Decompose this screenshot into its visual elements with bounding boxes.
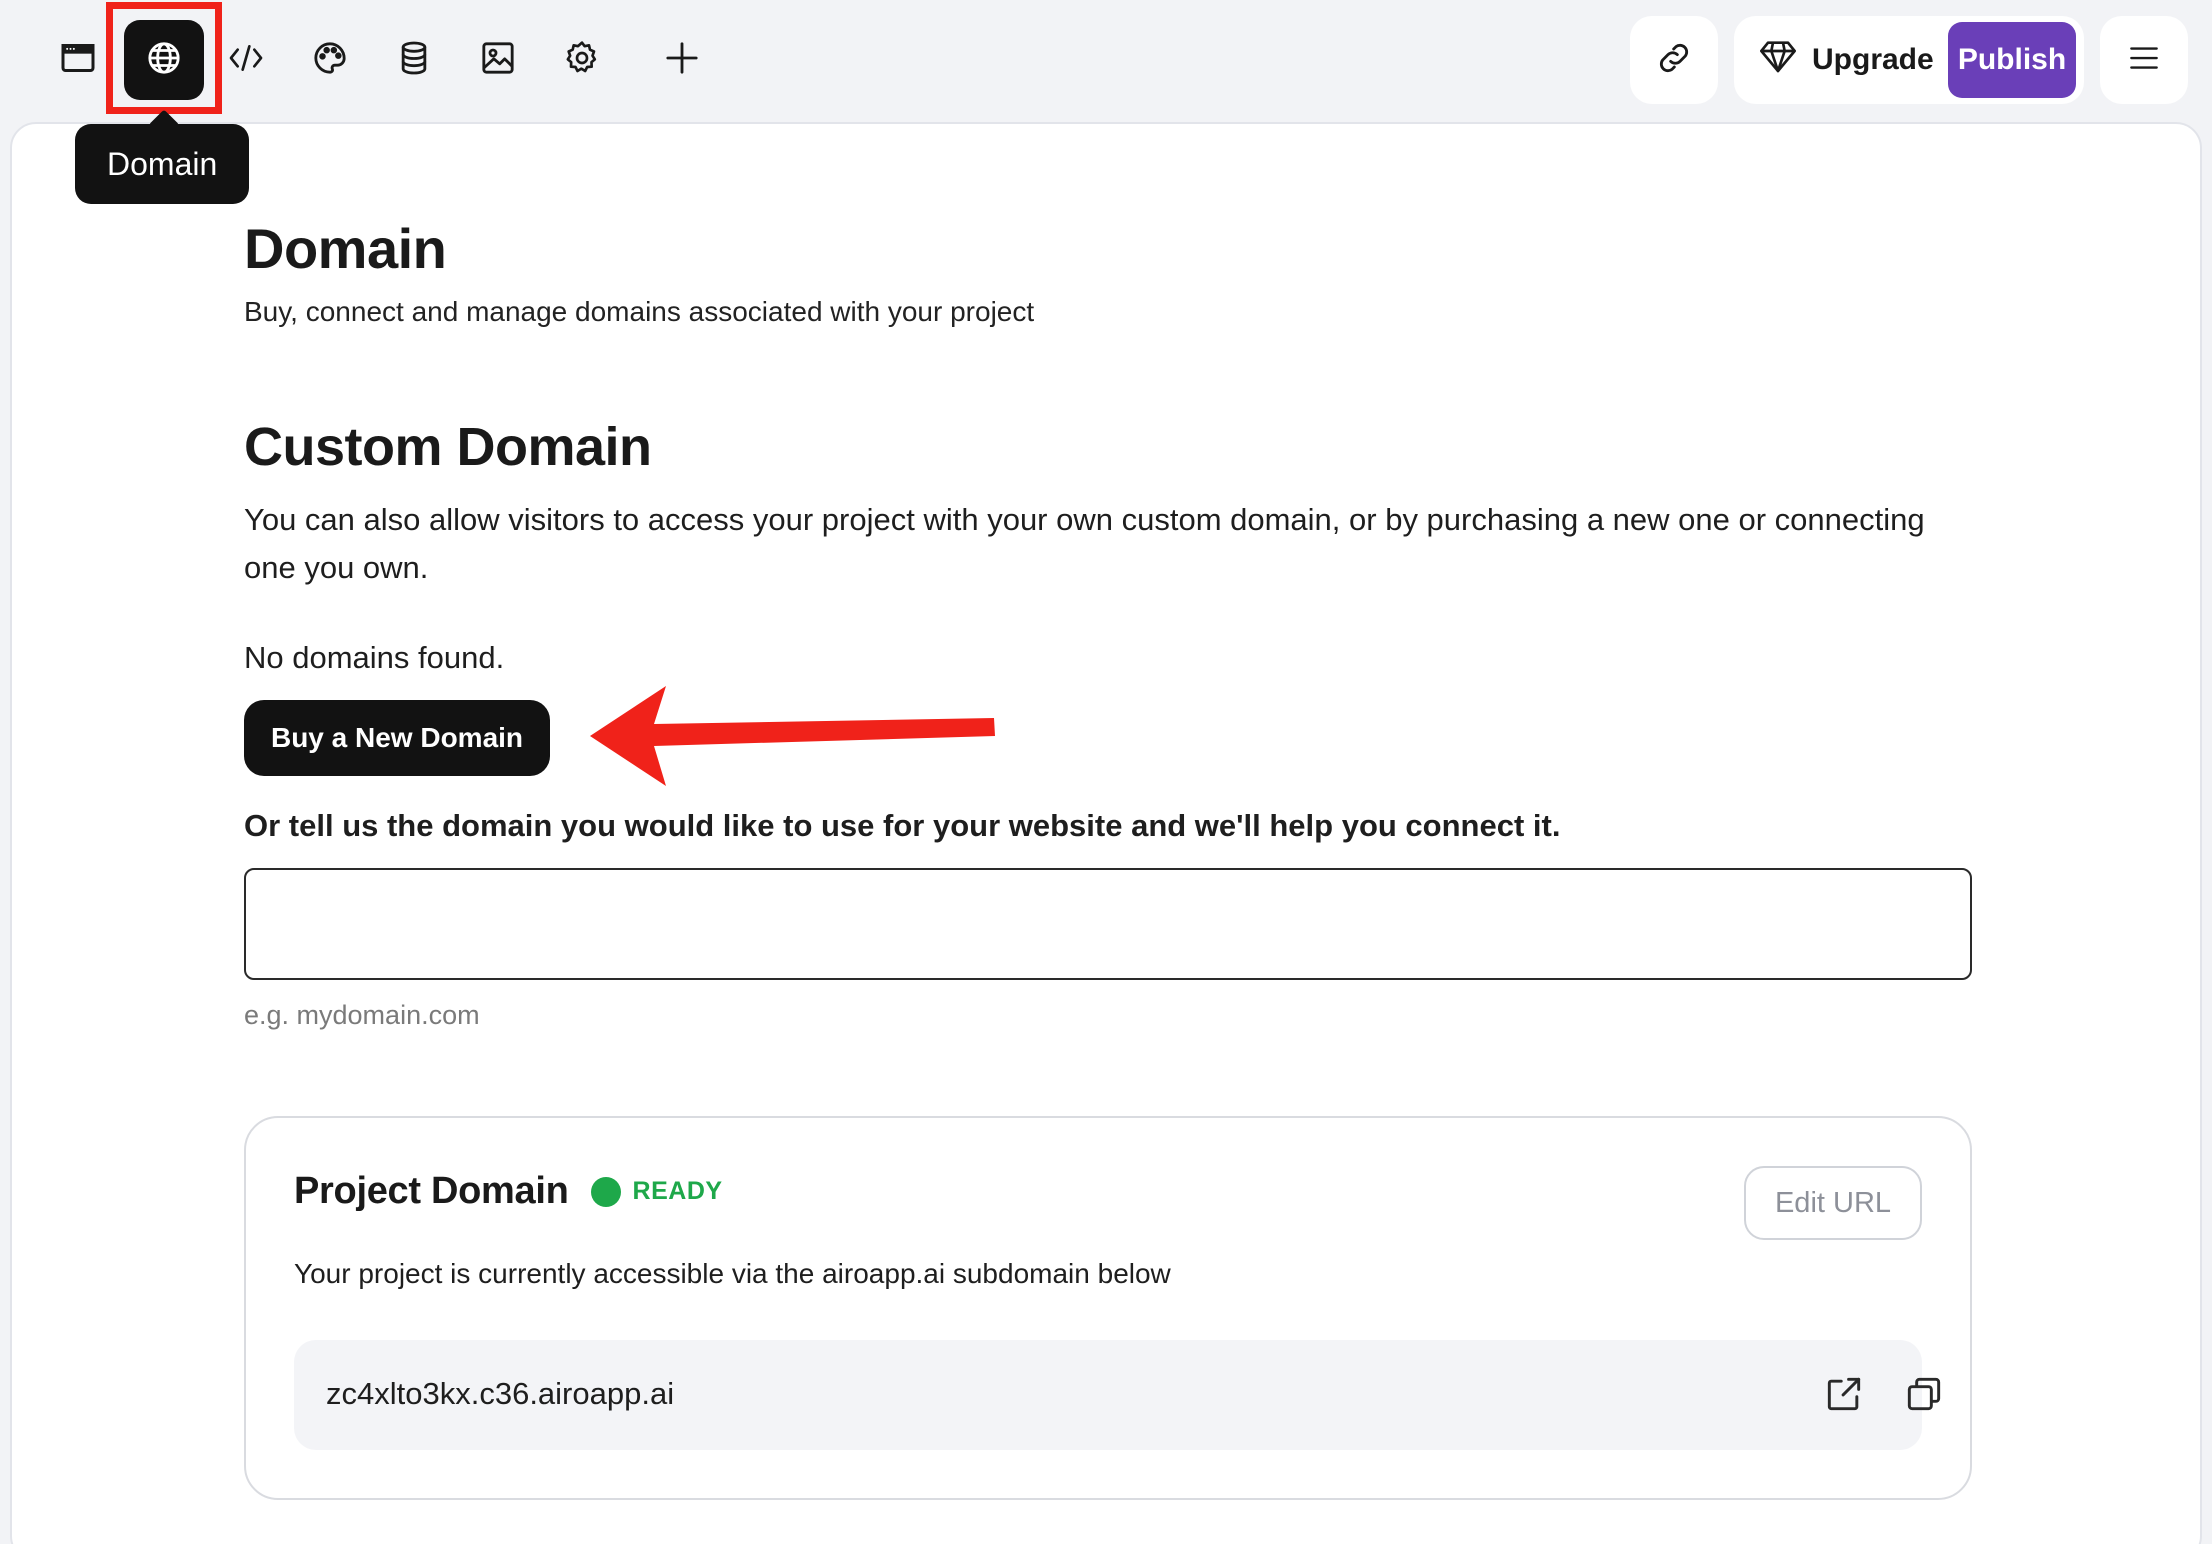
page-title: Domain bbox=[244, 217, 447, 280]
domain-input-hint: e.g. mydomain.com bbox=[244, 1000, 480, 1030]
add-button[interactable] bbox=[640, 18, 724, 102]
link-icon bbox=[1654, 38, 1694, 83]
publish-button[interactable]: Publish bbox=[1948, 22, 2076, 98]
connect-domain-text: Or tell us the domain you would like to … bbox=[244, 808, 1561, 843]
database-icon bbox=[394, 38, 434, 83]
project-domain-card: Project Domain READY Edit URL Your proje… bbox=[244, 1116, 1972, 1500]
custom-domain-description: You can also allow visitors to access yo… bbox=[244, 502, 1925, 585]
domain-settings-panel: Domain Buy, connect and manage domains a… bbox=[10, 122, 2202, 1544]
status-dot-icon bbox=[590, 1176, 621, 1207]
plus-icon bbox=[662, 38, 702, 83]
page-subtitle: Buy, connect and manage domains associat… bbox=[244, 296, 1035, 327]
image-icon bbox=[478, 38, 518, 83]
gear-icon bbox=[562, 38, 602, 83]
main-menu-button[interactable] bbox=[2100, 16, 2188, 104]
status-badge: READY bbox=[590, 1176, 723, 1207]
project-domain-description: Your project is currently accessible via… bbox=[294, 1258, 1171, 1289]
code-icon bbox=[226, 38, 266, 83]
annotation-arrow bbox=[590, 686, 995, 786]
settings-button[interactable] bbox=[540, 18, 624, 102]
code-button[interactable] bbox=[204, 18, 288, 102]
project-domain-header: Project Domain READY bbox=[294, 1170, 723, 1213]
database-button[interactable] bbox=[372, 18, 456, 102]
domain-button[interactable] bbox=[124, 20, 204, 100]
globe-icon bbox=[144, 38, 184, 83]
media-button[interactable] bbox=[456, 18, 540, 102]
project-url-row: zc4xlto3kx.c36.airoapp.ai bbox=[294, 1340, 1941, 1450]
palette-icon bbox=[310, 38, 350, 83]
project-domain-title: Project Domain bbox=[294, 1170, 569, 1212]
empty-domains-text: No domains found. bbox=[244, 640, 505, 675]
edit-url-button[interactable]: Edit URL bbox=[1744, 1166, 1922, 1240]
copy-icon[interactable] bbox=[1902, 1372, 1946, 1416]
custom-domain-title: Custom Domain bbox=[244, 417, 652, 477]
browser-window-icon bbox=[58, 38, 98, 83]
upgrade-label: Upgrade bbox=[1812, 43, 1934, 76]
diamond-icon bbox=[1758, 36, 1798, 84]
theme-button[interactable] bbox=[288, 18, 372, 102]
open-external-icon[interactable] bbox=[1822, 1372, 1866, 1416]
project-url: zc4xlto3kx.c36.airoapp.ai bbox=[326, 1376, 675, 1411]
domain-input[interactable] bbox=[244, 868, 1972, 980]
upgrade-button[interactable]: Upgrade bbox=[1758, 36, 1934, 84]
preview-button[interactable] bbox=[36, 18, 120, 102]
upgrade-publish-group: Upgrade Publish bbox=[1734, 16, 2084, 104]
hamburger-menu-icon bbox=[2125, 39, 2163, 82]
buy-new-domain-button[interactable]: Buy a New Domain bbox=[244, 700, 550, 776]
copy-link-button[interactable] bbox=[1630, 16, 1718, 104]
top-toolbar: Upgrade Publish bbox=[0, 0, 2212, 120]
status-label: READY bbox=[632, 1177, 723, 1205]
domain-tooltip: Domain bbox=[75, 124, 250, 204]
